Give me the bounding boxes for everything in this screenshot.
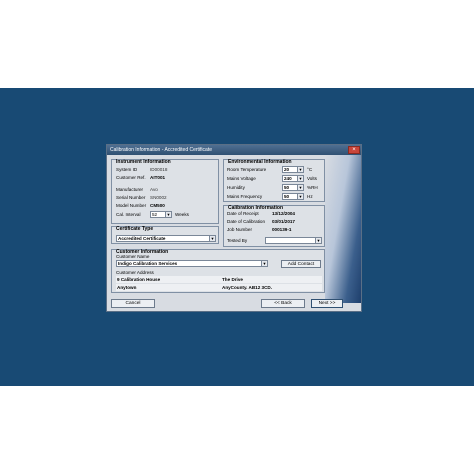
close-button[interactable]: × bbox=[348, 146, 360, 154]
instrument-title: Instrument Information bbox=[116, 159, 171, 165]
customer-address-label: Customer Address bbox=[116, 270, 154, 275]
chevron-down-icon[interactable]: ▼ bbox=[297, 167, 303, 172]
mains-freq-label: Mains Frequency bbox=[227, 194, 263, 199]
receipt-value: 13/12/2004 bbox=[272, 211, 295, 216]
close-icon: × bbox=[352, 147, 356, 153]
serial-label: Serial Number bbox=[116, 195, 146, 200]
mains-voltage-value: 240 bbox=[284, 176, 292, 181]
instrument-group: Instrument Information System ID ID00018… bbox=[111, 159, 219, 224]
humidity-label: Humidity bbox=[227, 185, 245, 190]
address-line-4: AnyCounty. AB12 3CD. bbox=[222, 285, 273, 290]
model-value: CM500 bbox=[150, 203, 165, 208]
cancel-button[interactable]: Cancel bbox=[111, 299, 155, 308]
calibration-date-value: 03/01/2017 bbox=[272, 219, 295, 224]
chevron-down-icon[interactable]: ▼ bbox=[297, 194, 303, 199]
window-title: Calibration Information - Accredited Cer… bbox=[110, 147, 212, 153]
serial-value: SN0002 bbox=[150, 195, 167, 200]
address-line-1: 9 Calibration House bbox=[117, 277, 161, 282]
mains-freq-value: 50 bbox=[284, 194, 290, 199]
manufacturer-value: Avo bbox=[150, 187, 158, 192]
mains-voltage-unit: Volts bbox=[307, 176, 317, 181]
model-label: Model Number bbox=[116, 203, 147, 208]
back-label: << Back bbox=[274, 301, 292, 306]
customer-name-value: Indigo Calibration Services bbox=[118, 261, 178, 266]
system-id-value: ID00018 bbox=[150, 167, 168, 172]
humidity-value: 50 bbox=[284, 185, 290, 190]
calibration-date-label: Date of Calibration bbox=[227, 219, 266, 224]
customer-name-label: Customer Name bbox=[116, 254, 150, 259]
chevron-down-icon[interactable]: ▼ bbox=[297, 185, 303, 190]
certificate-type-select[interactable]: Accredited Certificate ▼ bbox=[116, 235, 216, 242]
mains-freq-unit: Hz bbox=[307, 194, 313, 199]
chevron-down-icon[interactable]: ▼ bbox=[315, 238, 321, 243]
side-graphic bbox=[325, 155, 361, 303]
mains-voltage-label: Mains Voltage bbox=[227, 176, 256, 181]
customer-ref-value: AIT001 bbox=[150, 175, 166, 180]
environment-title: Environmental Information bbox=[228, 159, 292, 165]
add-contact-label: Add Contact bbox=[287, 262, 315, 267]
add-contact-button[interactable]: Add Contact bbox=[281, 260, 321, 268]
job-number-label: Job Number bbox=[227, 227, 253, 232]
chevron-down-icon[interactable]: ▼ bbox=[297, 176, 303, 181]
customer-name-select[interactable]: Indigo Calibration Services ▼ bbox=[116, 260, 268, 267]
next-label: Next >> bbox=[318, 301, 336, 306]
tested-by-select[interactable]: ▼ bbox=[265, 237, 322, 244]
chevron-down-icon[interactable]: ▼ bbox=[261, 261, 267, 266]
address-row-2 bbox=[116, 284, 322, 291]
certificate-group: Certificate Type Accredited Certificate … bbox=[111, 226, 219, 244]
humidity-select[interactable]: 50 ▼ bbox=[282, 184, 304, 191]
cal-interval-select[interactable]: 52 ▼ bbox=[150, 211, 172, 218]
cal-interval-value: 52 bbox=[152, 212, 158, 217]
calibration-group: Calibration Information Date of Receipt … bbox=[223, 205, 325, 247]
customer-ref-label: Customer Ref. bbox=[116, 175, 146, 180]
certificate-title: Certificate Type bbox=[116, 226, 154, 232]
cal-interval-label: Cal. Interval bbox=[116, 212, 141, 217]
manufacturer-label: Manufacturer bbox=[116, 187, 144, 192]
room-temp-unit: °C bbox=[307, 167, 313, 172]
cancel-label: Cancel bbox=[125, 301, 141, 306]
mains-voltage-select[interactable]: 240 ▼ bbox=[282, 175, 304, 182]
chevron-down-icon[interactable]: ▼ bbox=[209, 236, 215, 241]
room-temp-label: Room Temperature bbox=[227, 167, 267, 172]
receipt-label: Date of Receipt bbox=[227, 211, 259, 216]
next-button[interactable]: Next >> bbox=[311, 299, 343, 308]
title-bar[interactable]: Calibration Information - Accredited Cer… bbox=[107, 145, 361, 155]
humidity-unit: %RH bbox=[307, 185, 318, 190]
environment-group: Environmental Information Room Temperatu… bbox=[223, 159, 325, 202]
calibration-dialog: Calibration Information - Accredited Cer… bbox=[106, 144, 362, 312]
room-temp-value: 20 bbox=[284, 167, 290, 172]
back-button[interactable]: << Back bbox=[261, 299, 305, 308]
system-id-label: System ID bbox=[116, 167, 138, 172]
cal-interval-unit: Weeks bbox=[175, 212, 189, 217]
chevron-down-icon[interactable]: ▼ bbox=[165, 212, 171, 217]
customer-group: Customer Information Customer Name Indig… bbox=[111, 249, 325, 293]
mains-freq-select[interactable]: 50 ▼ bbox=[282, 193, 304, 200]
room-temp-select[interactable]: 20 ▼ bbox=[282, 166, 304, 173]
job-number-value: 000139-1 bbox=[272, 227, 292, 232]
tested-by-label: Tested By bbox=[227, 238, 248, 243]
address-line-2: The Drive bbox=[222, 277, 243, 282]
address-line-3: Anytown bbox=[117, 285, 137, 290]
certificate-type-value: Accredited Certificate bbox=[118, 236, 166, 241]
